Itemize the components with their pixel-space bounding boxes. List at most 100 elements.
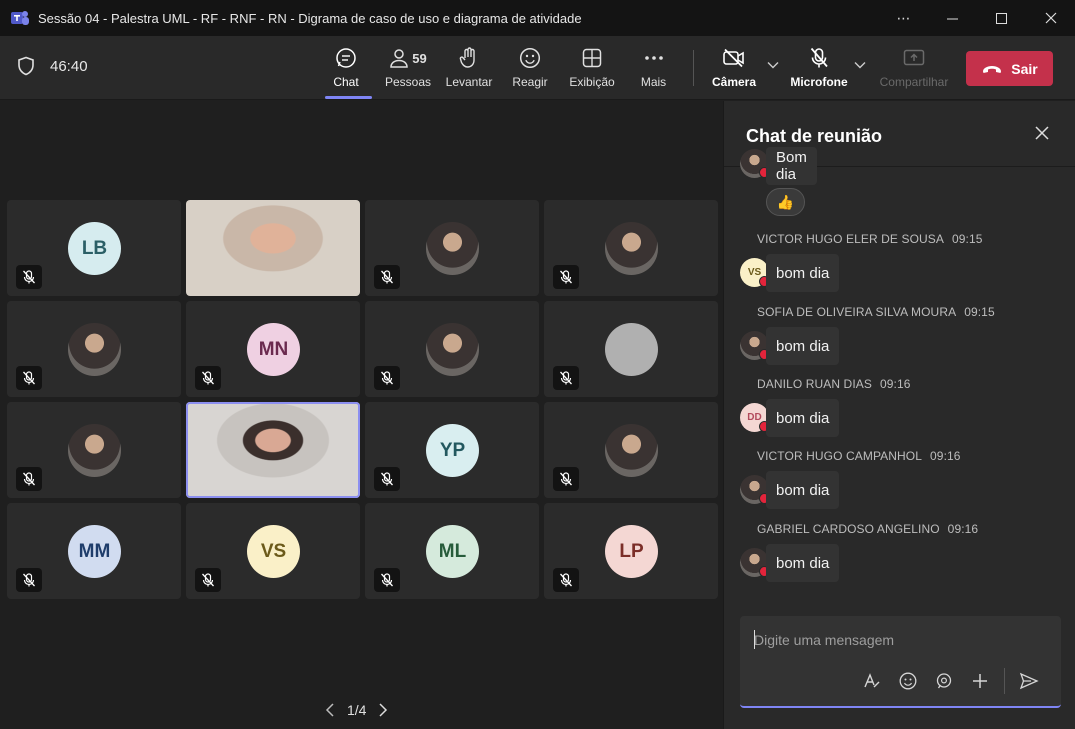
grid-view-icon <box>582 48 602 68</box>
muted-indicator <box>16 568 42 592</box>
participant-avatar <box>605 424 658 477</box>
chat-message[interactable]: bom dia <box>740 544 978 584</box>
participant-tile[interactable] <box>7 402 181 498</box>
chat-message[interactable]: bom dia <box>740 471 961 511</box>
participant-avatar: VS <box>247 525 300 578</box>
shield-icon[interactable] <box>17 56 35 76</box>
participant-tile[interactable] <box>7 301 181 397</box>
loop-component-icon <box>936 673 952 689</box>
mic-options-chevron-icon[interactable] <box>854 61 866 69</box>
message-meta: DANILO RUAN DIAS 09:16 <box>757 377 911 393</box>
teams-meeting-window: Sessão 04 - Palestra UML - RF - RNF - RN… <box>0 0 1075 729</box>
participant-tile[interactable]: VS <box>186 503 360 599</box>
more-button[interactable]: Mais <box>640 36 667 100</box>
muted-indicator <box>374 265 400 289</box>
share-screen-icon <box>903 49 925 66</box>
sender-name: SOFIA DE OLIVEIRA SILVA MOURA <box>757 305 957 319</box>
microphone-label: Microfone <box>790 75 848 89</box>
muted-indicator <box>374 467 400 491</box>
participant-tile[interactable]: MM <box>7 503 181 599</box>
camera-label: Câmera <box>711 75 757 89</box>
format-button[interactable] <box>854 672 890 690</box>
react-label: Reagir <box>512 75 548 89</box>
window-controls: ⋯ <box>879 0 1075 36</box>
mic-off-icon <box>381 270 393 284</box>
participant-tile[interactable]: LP <box>544 503 718 599</box>
more-label: Mais <box>640 75 667 89</box>
chat-message-group: VICTOR HUGO CAMPANHOL 09:16 bom dia <box>740 449 961 511</box>
participant-tile[interactable] <box>544 301 718 397</box>
message-meta: SOFIA DE OLIVEIRA SILVA MOURA 09:15 <box>757 305 995 321</box>
loop-button[interactable] <box>926 672 962 690</box>
mic-off-icon <box>560 472 572 486</box>
camera-button[interactable]: Câmera <box>712 36 756 100</box>
message-time: 09:16 <box>879 377 911 391</box>
participant-tile[interactable]: MN <box>186 301 360 397</box>
raise-hand-button[interactable]: Levantar <box>446 36 492 100</box>
chat-message[interactable]: VS bom dia <box>740 254 983 294</box>
participant-tile[interactable] <box>186 200 360 296</box>
mic-off-icon <box>202 573 214 587</box>
hang-up-icon <box>983 65 1002 73</box>
participant-avatar: ML <box>426 525 479 578</box>
previous-page-icon[interactable] <box>325 703 335 717</box>
more-dots-icon <box>644 56 663 60</box>
format-text-icon <box>864 673 880 688</box>
participant-tile[interactable] <box>365 301 539 397</box>
close-window-button[interactable] <box>1026 0 1075 36</box>
minimize-button[interactable] <box>928 0 977 36</box>
chat-label: Chat <box>333 75 359 89</box>
maximize-button[interactable] <box>977 0 1026 36</box>
participant-tile[interactable] <box>186 402 360 498</box>
gallery-pager: 1/4 <box>325 702 388 718</box>
message-time: 09:16 <box>930 449 961 463</box>
people-label: Pessoas <box>384 75 432 89</box>
chat-message-group: SOFIA DE OLIVEIRA SILVA MOURA 09:15 bom di… <box>740 305 995 367</box>
chat-message-group: VICTOR HUGO ELER DE SOUSA 09:15 VS bom dia <box>740 232 983 294</box>
close-chat-icon[interactable] <box>1035 126 1049 140</box>
leave-button[interactable]: Sair <box>966 51 1053 86</box>
react-button[interactable]: Reagir <box>512 36 548 100</box>
next-page-icon[interactable] <box>378 703 388 717</box>
teams-logo-icon <box>11 11 29 25</box>
participant-tile[interactable] <box>544 200 718 296</box>
sender-name: DANILO RUAN DIAS <box>757 377 872 391</box>
participant-tile[interactable] <box>544 402 718 498</box>
message-composer[interactable]: Digite uma mensagem <box>740 616 1061 708</box>
people-count: 59 <box>412 50 427 66</box>
participant-tile[interactable] <box>365 200 539 296</box>
share-button[interactable]: Compartilhar <box>879 36 949 100</box>
participant-tile[interactable]: ML <box>365 503 539 599</box>
message-time: 09:15 <box>951 232 983 246</box>
thumbs-up-reaction[interactable]: 👍 <box>766 188 805 216</box>
muted-indicator <box>195 366 221 390</box>
raise-hand-label: Levantar <box>445 75 493 89</box>
emoji-button[interactable] <box>890 672 926 690</box>
mic-off-icon <box>560 371 572 385</box>
participant-avatar: MM <box>68 525 121 578</box>
more-options-icon[interactable]: ⋯ <box>879 0 928 36</box>
send-button[interactable] <box>1011 672 1047 690</box>
mic-off-icon <box>381 573 393 587</box>
message-meta: VICTOR HUGO CAMPANHOL 09:16 <box>757 449 961 465</box>
attach-button[interactable] <box>962 672 998 690</box>
participant-tile[interactable]: LB <box>7 200 181 296</box>
message-bubble: bom dia <box>766 327 840 365</box>
camera-options-chevron-icon[interactable] <box>767 61 779 69</box>
chat-message[interactable]: DD bom dia <box>740 399 911 439</box>
chat-message[interactable]: bom dia <box>740 327 995 367</box>
chat-button[interactable]: Chat <box>325 36 372 100</box>
mic-off-icon <box>23 573 35 587</box>
microphone-button[interactable]: Microfone <box>790 36 848 100</box>
people-button[interactable]: 59 Pessoas <box>384 36 432 100</box>
view-button[interactable]: Exibição <box>569 36 615 100</box>
message-meta: VICTOR HUGO ELER DE SOUSA 09:15 <box>757 232 983 248</box>
people-icon <box>390 49 409 68</box>
participant-avatar <box>68 323 121 376</box>
message-bubble: bom dia <box>766 399 840 437</box>
participant-tile[interactable]: YP <box>365 402 539 498</box>
muted-indicator <box>553 265 579 289</box>
mic-off-icon <box>560 573 572 587</box>
participant-avatar <box>605 222 658 275</box>
raise-hand-icon <box>459 47 475 68</box>
